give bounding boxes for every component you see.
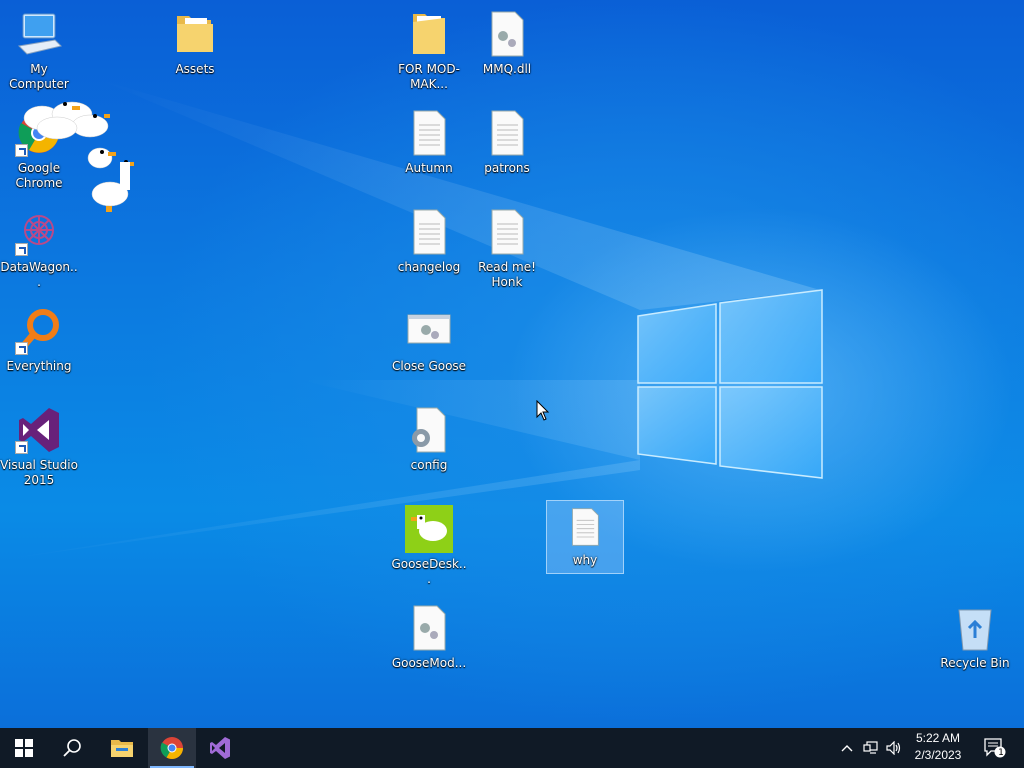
visual-studio-icon <box>15 406 63 454</box>
visual-studio-icon <box>210 737 230 759</box>
network-button[interactable] <box>860 728 882 768</box>
desktop-icon-goose-mod[interactable]: GooseMod... <box>390 604 468 671</box>
desktop-icon-read-me-honk[interactable]: Read me! Honk <box>468 208 546 290</box>
icon-label: config <box>410 458 448 472</box>
desktop-icon-mmq-dll[interactable]: MMQ.dll <box>468 10 546 77</box>
icon-label: Everything <box>6 359 72 373</box>
desktop-icon-autumn[interactable]: Autumn <box>390 109 468 176</box>
text-file-icon <box>483 208 531 256</box>
action-center-button[interactable]: 1 <box>980 728 1010 768</box>
icon-label: Recycle Bin <box>940 656 1010 670</box>
folder-icon <box>405 10 453 58</box>
speaker-icon <box>886 741 901 755</box>
desktop-icon-datawagon[interactable]: DataWagon... <box>0 208 78 290</box>
icon-label: MMQ.dll <box>482 62 532 76</box>
desktop-icon-for-mod-makers[interactable]: FOR MOD-MAK... <box>390 10 468 92</box>
file-explorer-icon <box>111 740 133 757</box>
desktop-icon-close-goose[interactable]: Close Goose <box>390 307 468 374</box>
volume-button[interactable] <box>884 728 904 768</box>
desktop-icon-recycle-bin[interactable]: Recycle Bin <box>936 604 1014 671</box>
taskbar: 5:22 AM 2/3/2023 1 <box>0 728 1024 768</box>
config-file-icon <box>405 406 453 454</box>
application-icon <box>405 307 453 355</box>
icon-label: why <box>572 553 598 567</box>
notification-count-badge: 1 <box>998 748 1004 758</box>
search-icon <box>63 739 81 757</box>
shortcut-arrow-icon <box>15 441 28 454</box>
text-file-icon <box>483 109 531 157</box>
network-icon <box>863 741 878 754</box>
dll-file-icon <box>405 604 453 652</box>
icon-label: changelog <box>397 260 461 274</box>
clock-date: 2/3/2023 <box>914 748 962 762</box>
chrome-icon <box>160 737 183 759</box>
icon-label: Visual Studio 2015 <box>0 458 78 487</box>
computer-icon <box>15 10 63 58</box>
icon-label: DataWagon... <box>0 260 78 289</box>
taskbar-file-explorer-button[interactable] <box>98 728 146 768</box>
goose-flock-icon <box>23 101 134 212</box>
icon-label: My Computer <box>9 62 69 91</box>
everything-search-icon <box>15 307 63 355</box>
desktop-icon-everything[interactable]: Everything <box>0 307 78 374</box>
taskbar-chrome-button[interactable] <box>148 728 196 768</box>
desktop-icon-visual-studio-2015[interactable]: Visual Studio 2015 <box>0 406 78 488</box>
windows-start-icon <box>15 739 33 757</box>
icon-label: Autumn <box>405 161 453 175</box>
text-file-icon <box>405 109 453 157</box>
shortcut-arrow-icon <box>15 342 28 355</box>
desktop-icon-config[interactable]: config <box>390 406 468 473</box>
start-button[interactable] <box>0 728 48 768</box>
taskbar-visual-studio-button[interactable] <box>196 728 244 768</box>
desktop-icon-goose-desktop[interactable]: GooseDesk... <box>390 505 468 587</box>
icon-label: GooseMod... <box>391 656 467 670</box>
icon-label: GooseDesk... <box>391 557 467 586</box>
desktop-icon-patrons[interactable]: patrons <box>468 109 546 176</box>
icon-label: Read me! Honk <box>478 260 536 289</box>
desktop-icon-changelog[interactable]: changelog <box>390 208 468 275</box>
show-hidden-icons-button[interactable] <box>838 728 856 768</box>
text-file-icon <box>405 208 453 256</box>
windows-logo-wallpaper-icon <box>637 289 823 479</box>
icon-label: patrons <box>484 161 530 175</box>
clock[interactable]: 5:22 AM 2/3/2023 <box>905 730 971 766</box>
shortcut-arrow-icon <box>15 243 28 256</box>
recycle-bin-icon <box>951 604 999 652</box>
goose-app-icon <box>405 505 453 553</box>
folder-icon <box>171 10 219 58</box>
text-file-icon <box>565 505 605 549</box>
desktop-icon-why[interactable]: why <box>546 500 624 574</box>
icon-label: FOR MOD-MAK... <box>398 62 460 91</box>
mouse-cursor-icon <box>536 400 550 421</box>
datawagon-icon <box>15 208 63 256</box>
icon-label: Close Goose <box>391 359 467 373</box>
chevron-up-icon <box>841 745 853 752</box>
desktop[interactable]: My Computer Assets FOR MOD-MAK... MMQ.dl… <box>0 0 1024 728</box>
desktop-icon-my-computer[interactable]: My Computer <box>0 10 78 92</box>
clock-time: 5:22 AM <box>915 731 961 745</box>
search-button[interactable] <box>48 728 96 768</box>
icon-label: Assets <box>175 62 215 76</box>
desktop-icon-assets[interactable]: Assets <box>156 10 234 77</box>
dll-file-icon <box>483 10 531 58</box>
